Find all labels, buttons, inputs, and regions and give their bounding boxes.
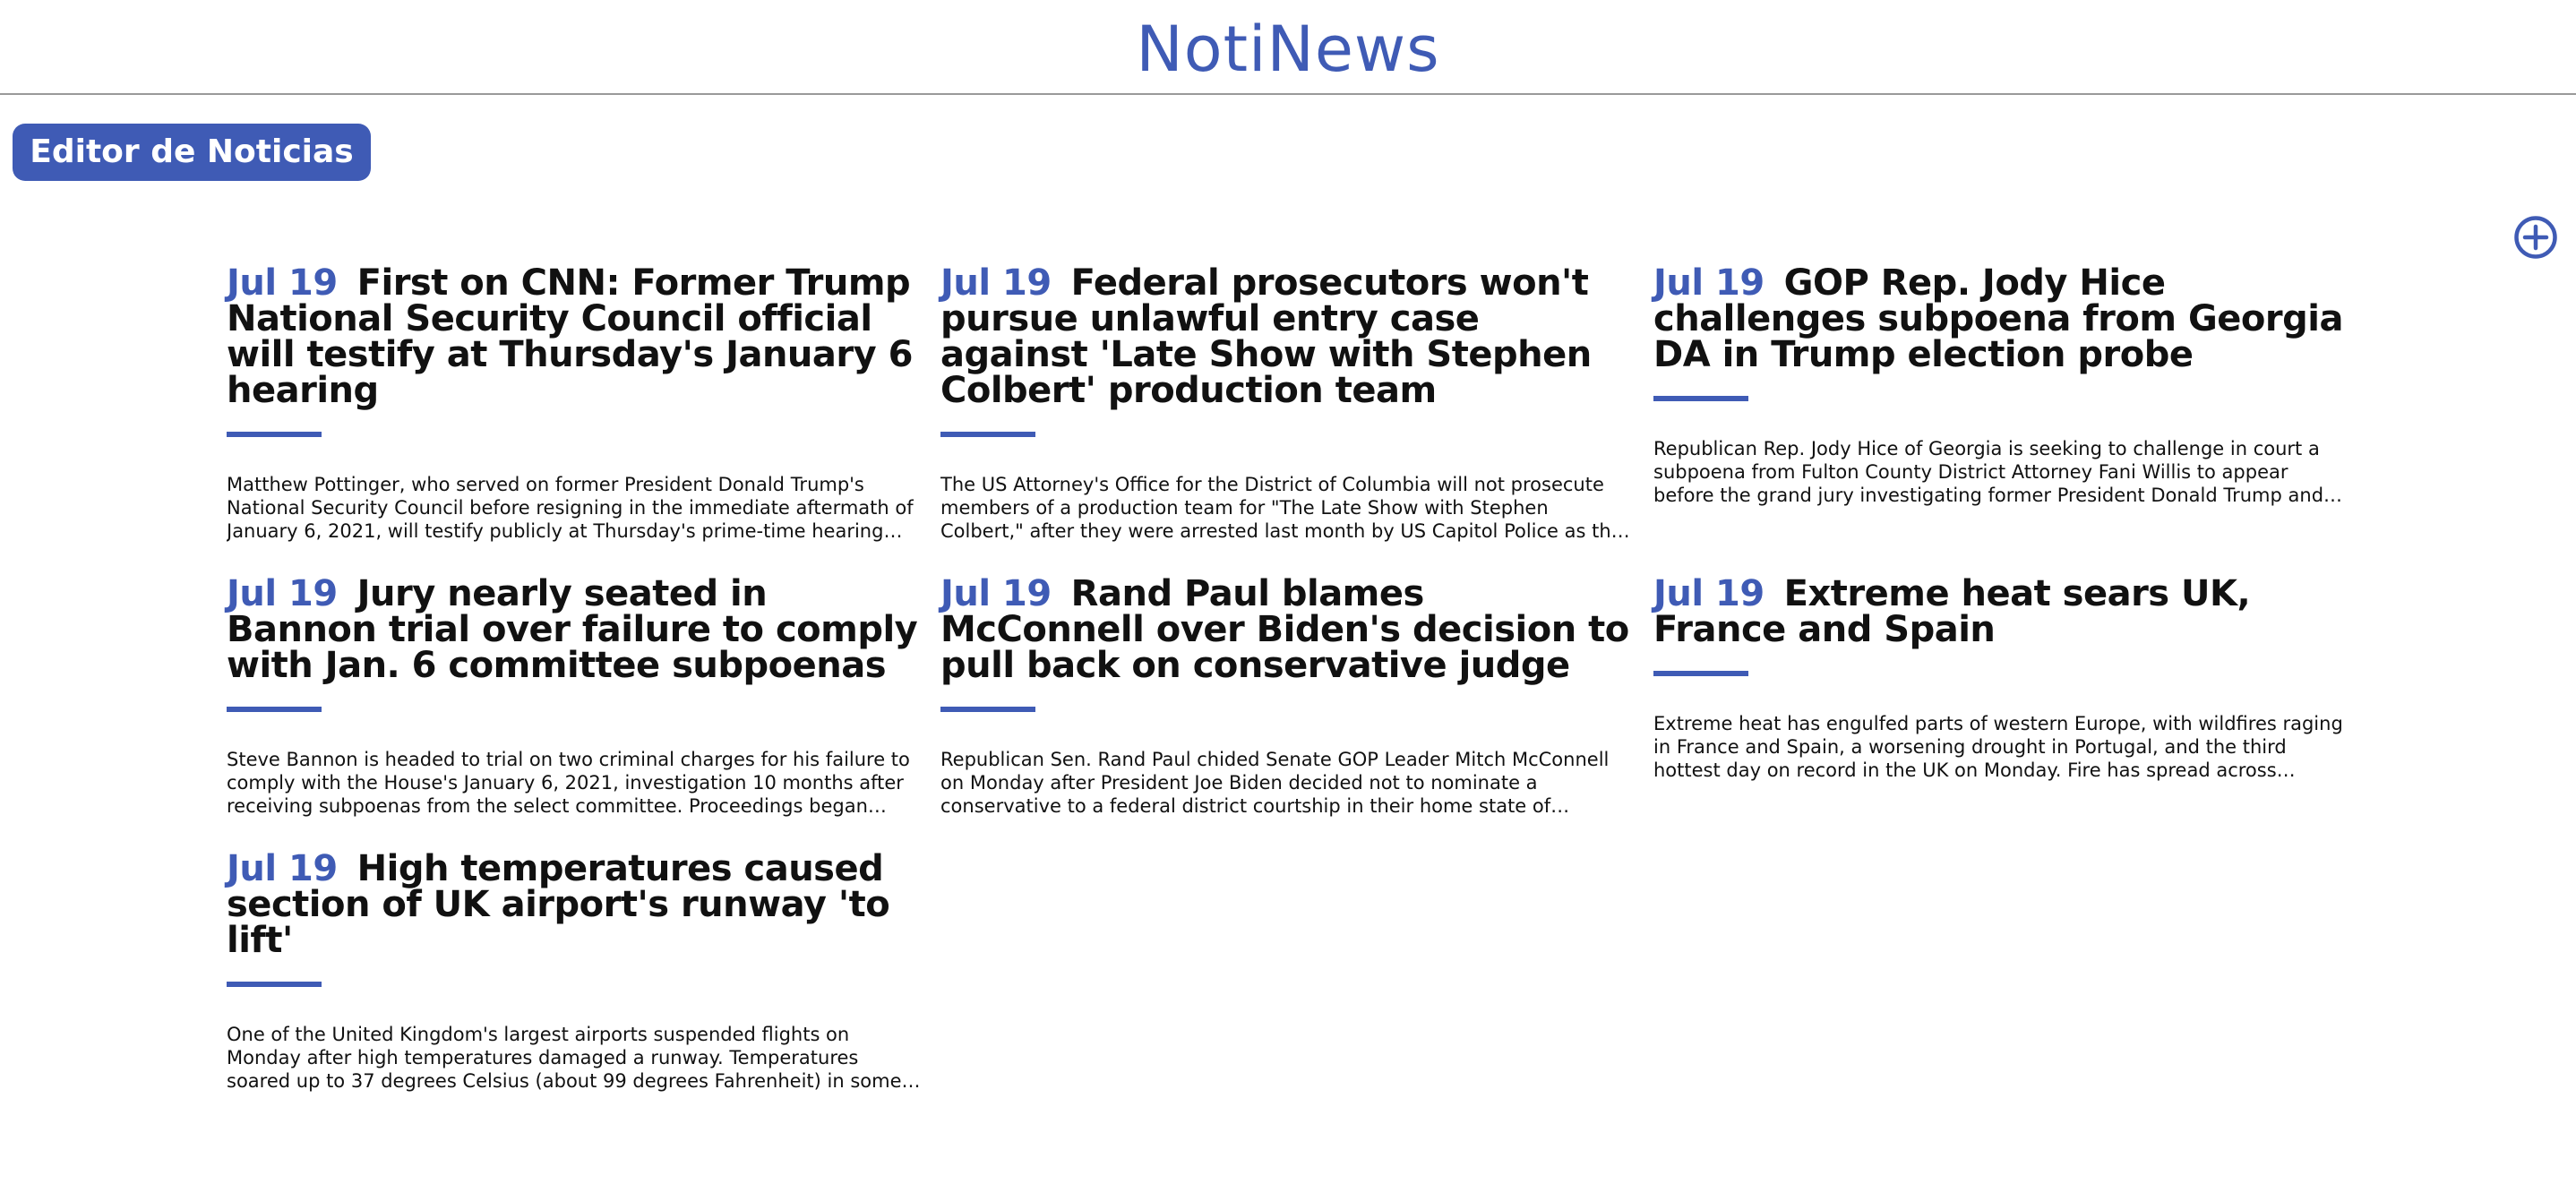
- news-summary: Matthew Pottinger, who served on former …: [227, 474, 914, 542]
- site-header: NotiNews: [0, 0, 2576, 95]
- news-summary: Republican Rep. Jody Hice of Georgia is …: [1653, 438, 2324, 506]
- news-card[interactable]: Jul 19 High temperatures caused section o…: [227, 851, 921, 1093]
- news-headline[interactable]: Jul 19 Extreme heat sears UK, France and …: [1653, 576, 2348, 648]
- news-editor-button[interactable]: Editor de Noticias: [13, 124, 371, 181]
- title-underline: [940, 432, 1035, 437]
- news-card[interactable]: Jul 19 Rand Paul blames McConnell over Bi…: [940, 576, 1635, 818]
- news-headline[interactable]: Jul 19 Federal prosecutors won't pursue u…: [940, 265, 1635, 408]
- plus-circle-icon: [2514, 216, 2557, 259]
- news-summary: The US Attorney's Office for the Distric…: [940, 474, 1623, 542]
- news-headline[interactable]: Jul 19 GOP Rep. Jody Hice challenges subp…: [1653, 265, 2348, 373]
- news-headline[interactable]: Jul 19 Rand Paul blames McConnell over Bi…: [940, 576, 1635, 683]
- title-underline: [1653, 396, 1748, 401]
- news-headline[interactable]: Jul 19 Jury nearly seated in Bannon trial…: [227, 576, 921, 683]
- news-summary: Steve Bannon is headed to trial on two c…: [227, 749, 910, 817]
- news-card[interactable]: Jul 19 Federal prosecutors won't pursue u…: [940, 265, 1635, 543]
- news-headline[interactable]: Jul 19 High temperatures caused section o…: [227, 851, 921, 958]
- add-article-button[interactable]: [2513, 215, 2558, 260]
- title-underline: [1653, 671, 1748, 676]
- news-card[interactable]: Jul 19 GOP Rep. Jody Hice challenges subp…: [1653, 265, 2348, 507]
- site-title[interactable]: NotiNews: [0, 11, 2576, 88]
- news-headline[interactable]: Jul 19 First on CNN: Former Trump Nationa…: [227, 265, 921, 408]
- news-summary: Republican Sen. Rand Paul chided Senate …: [940, 749, 1610, 817]
- title-underline: [227, 432, 322, 437]
- news-card[interactable]: Jul 19 Extreme heat sears UK, France and …: [1653, 576, 2348, 782]
- title-underline: [227, 982, 322, 987]
- news-card[interactable]: Jul 19 First on CNN: Former Trump Nationa…: [227, 265, 921, 543]
- title-underline: [940, 707, 1035, 712]
- news-card[interactable]: Jul 19 Jury nearly seated in Bannon trial…: [227, 576, 921, 818]
- title-underline: [227, 707, 322, 712]
- news-summary: Extreme heat has engulfed parts of weste…: [1653, 713, 2343, 781]
- news-summary: One of the United Kingdom's largest airp…: [227, 1024, 902, 1092]
